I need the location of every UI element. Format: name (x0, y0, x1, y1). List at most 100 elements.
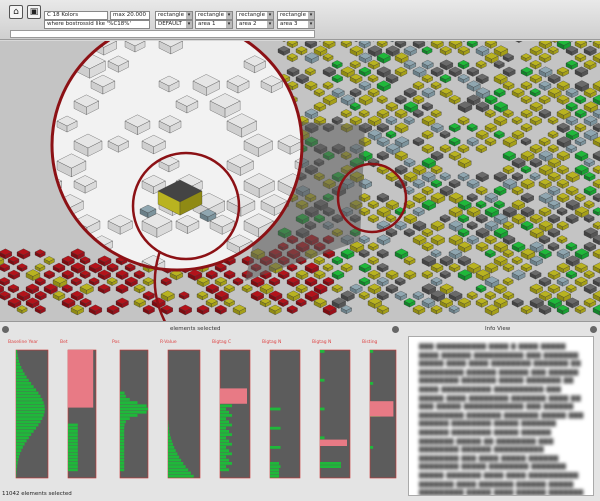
histogram-bar (120, 417, 130, 420)
settings-button[interactable]: ▣ (27, 5, 41, 19)
histogram-bar (68, 439, 78, 443)
histogram-bar (16, 417, 43, 420)
histogram-bar (220, 442, 232, 446)
histogram-bar (220, 455, 226, 459)
histogram-bar (168, 471, 191, 475)
histogram-bar (168, 442, 173, 446)
histogram-bar (120, 433, 125, 436)
histogram-bar (120, 391, 125, 395)
close-icon[interactable] (392, 326, 399, 333)
histogram-bar (16, 394, 41, 398)
histogram-bar (120, 442, 125, 446)
histogram-bar (16, 404, 45, 408)
histogram-bar (120, 446, 125, 449)
histogram-bar (220, 452, 232, 456)
query-field[interactable]: C 18 Kolors (44, 11, 108, 20)
close-icon[interactable] (590, 326, 597, 333)
histogram-bar (16, 353, 18, 356)
histogram-bar (16, 430, 34, 433)
histogram-bar (16, 458, 19, 462)
histogram-bar (16, 449, 22, 452)
value-dropdown-4[interactable]: area 3 ▾ (277, 20, 315, 29)
histogram-bar (16, 359, 20, 363)
histogram-5[interactable]: Bigtag C (212, 340, 252, 490)
histogram-bar (120, 398, 130, 401)
selection-bar (320, 439, 347, 446)
histogram-bar (120, 401, 138, 404)
histogram-3[interactable]: Pos (112, 340, 150, 490)
histogram-plot (369, 349, 397, 479)
histogram-bar (16, 369, 23, 372)
histogram-bar (120, 458, 125, 462)
histogram-bar (168, 458, 182, 462)
histogram-bar (16, 436, 29, 440)
histogram-bar (16, 356, 19, 360)
histogram-bar (220, 430, 229, 433)
bottom-panel: elements selected Info View Baseline Yea… (0, 321, 600, 501)
layout-dropdown-1[interactable]: rectangle ▾ (155, 11, 193, 20)
histogram-plot (67, 349, 97, 479)
histogram-bar (68, 462, 78, 465)
value-dropdown-3[interactable]: area 2 ▾ (236, 20, 274, 29)
histogram-bar (320, 465, 341, 468)
histogram-bar (320, 436, 325, 440)
histogram-bar (220, 414, 232, 417)
histogram-bar (168, 439, 172, 443)
selection-bar (68, 350, 94, 408)
histogram-bar (370, 350, 374, 353)
histogram-bar (16, 423, 39, 427)
histogram-bar (370, 446, 374, 449)
histogram-bar (320, 462, 341, 465)
histogram-4[interactable]: R-Value (160, 340, 202, 490)
histogram-bar (168, 468, 189, 472)
histogram-bar (220, 449, 229, 452)
histogram-bar (16, 382, 32, 385)
histogram-bar (120, 465, 125, 468)
histogram-bar (120, 439, 125, 443)
histogram-2[interactable]: Bet (60, 340, 98, 490)
value-dropdown-2[interactable]: area 1 ▾ (195, 20, 233, 29)
histogram-8[interactable]: Bisting (362, 340, 398, 490)
home-icon: ⌂ (13, 7, 19, 17)
histogram-bar (270, 471, 279, 475)
histogram-bar (16, 455, 20, 459)
limit-field[interactable]: max 20.000 (110, 11, 150, 20)
histogram-6[interactable]: Bigtag N (262, 340, 302, 490)
histogram-bar (220, 404, 232, 408)
histogram-plot (319, 349, 351, 479)
close-icon[interactable] (2, 326, 9, 333)
histogram-bar (68, 433, 78, 436)
histogram-plot (269, 349, 301, 479)
histogram-bar (68, 449, 78, 452)
histogram-bar (16, 468, 17, 472)
histogram-bar (16, 471, 17, 475)
histogram-bar (220, 436, 226, 440)
histogram-bar (220, 458, 229, 462)
layout-dropdown-2[interactable]: rectangle ▾ (195, 11, 233, 20)
histogram-1[interactable]: Baseline Year (8, 340, 50, 490)
value-dropdown-1[interactable]: DEFAULT ▾ (155, 20, 193, 29)
histogram-bar (168, 430, 170, 433)
layout-dropdown-4[interactable]: rectangle ▾ (277, 11, 315, 20)
query-condition-field[interactable]: where bostrossid like '%C18%' (44, 20, 150, 29)
layout-dropdown-3[interactable]: rectangle ▾ (236, 11, 274, 20)
histogram-plot (119, 349, 149, 479)
histogram-bar (120, 426, 125, 430)
histogram-bar (320, 378, 325, 382)
histogram-bar (16, 439, 27, 443)
histogram-bar (68, 455, 78, 459)
histogram-bar (168, 462, 184, 465)
histogram-bar (16, 414, 44, 417)
histogram-bar (220, 410, 229, 414)
histogram-7[interactable]: Bigtag N (312, 340, 352, 490)
histogram-bar (270, 468, 279, 472)
histogram-bar (270, 465, 281, 468)
home-button[interactable]: ⌂ (9, 5, 23, 19)
histogram-bar (168, 446, 175, 449)
histogram-bar (220, 426, 226, 430)
map-view[interactable] (0, 41, 600, 321)
histogram-bar (16, 362, 21, 366)
histogram-bar (120, 449, 125, 452)
info-view: ▇▇▇ ▇▇▇▇▇▇▇▇▇▇ ▇▇▇▇ ▇ ▇▇▇▇ ▇▇▇▇▇ ▇▇▇▇ ▇▇… (408, 336, 594, 496)
info-view-text: ▇▇▇ ▇▇▇▇▇▇▇▇▇▇ ▇▇▇▇ ▇ ▇▇▇▇ ▇▇▇▇▇ ▇▇▇▇ ▇▇… (419, 343, 584, 496)
